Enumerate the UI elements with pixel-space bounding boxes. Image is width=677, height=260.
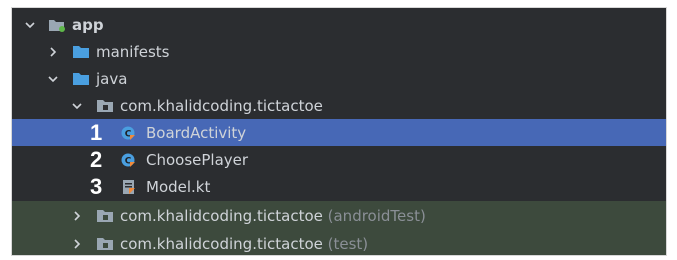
folder-icon (72, 71, 90, 87)
tree-label-java: java (96, 69, 128, 88)
tree-node-file[interactable]: 2 C ChoosePlayer (12, 146, 666, 173)
tree-node-file[interactable]: 1 C BoardActivity (12, 119, 666, 146)
package-folder-icon (96, 98, 114, 114)
source-set-suffix: (test) (327, 234, 369, 253)
tree-node-package-test[interactable]: com.khalidcoding.tictactoe (test) (12, 230, 666, 255)
kotlin-class-icon: C (120, 125, 138, 141)
project-tree-panel: app manifests java com.khalidcoding.tict… (11, 7, 667, 256)
tree-label-package-test: com.khalidcoding.tictactoe (test) (120, 235, 368, 253)
annotation-number: 3 (90, 173, 103, 199)
annotation-number: 2 (90, 146, 103, 172)
tree-label-file: Model.kt (146, 177, 211, 196)
tree-label-package-android-test: com.khalidcoding.tictactoe (androidTest) (120, 207, 426, 225)
tree-node-manifests[interactable]: manifests (12, 38, 666, 65)
tree-node-package-main[interactable]: com.khalidcoding.tictactoe (12, 92, 666, 119)
tree-label-app: app (72, 15, 104, 34)
folder-icon (72, 44, 90, 60)
tree-node-package-android-test[interactable]: com.khalidcoding.tictactoe (androidTest) (12, 201, 666, 230)
tree-label-file: BoardActivity (146, 123, 247, 142)
kotlin-file-icon (120, 179, 138, 195)
chevron-down-icon[interactable] (71, 100, 83, 112)
chevron-down-icon[interactable] (24, 19, 36, 31)
chevron-right-icon[interactable] (47, 46, 59, 58)
package-folder-icon (96, 236, 114, 252)
package-folder-icon (96, 208, 114, 224)
kotlin-class-icon: C (120, 152, 138, 168)
tree-label-manifests: manifests (96, 42, 170, 61)
tree-label-file: ChoosePlayer (146, 150, 249, 169)
package-name: com.khalidcoding.tictactoe (120, 234, 323, 253)
annotation-number: 1 (90, 119, 103, 145)
chevron-right-icon[interactable] (71, 238, 83, 250)
chevron-down-icon[interactable] (47, 73, 59, 85)
tree-label-package-main: com.khalidcoding.tictactoe (120, 96, 323, 115)
source-set-suffix: (androidTest) (327, 206, 426, 225)
package-name: com.khalidcoding.tictactoe (120, 206, 323, 225)
module-folder-icon (48, 17, 66, 33)
tree-node-file[interactable]: 3 Model.kt (12, 173, 666, 200)
chevron-right-icon[interactable] (71, 210, 83, 222)
tree-node-java[interactable]: java (12, 65, 666, 92)
tree-node-app[interactable]: app (12, 11, 666, 38)
